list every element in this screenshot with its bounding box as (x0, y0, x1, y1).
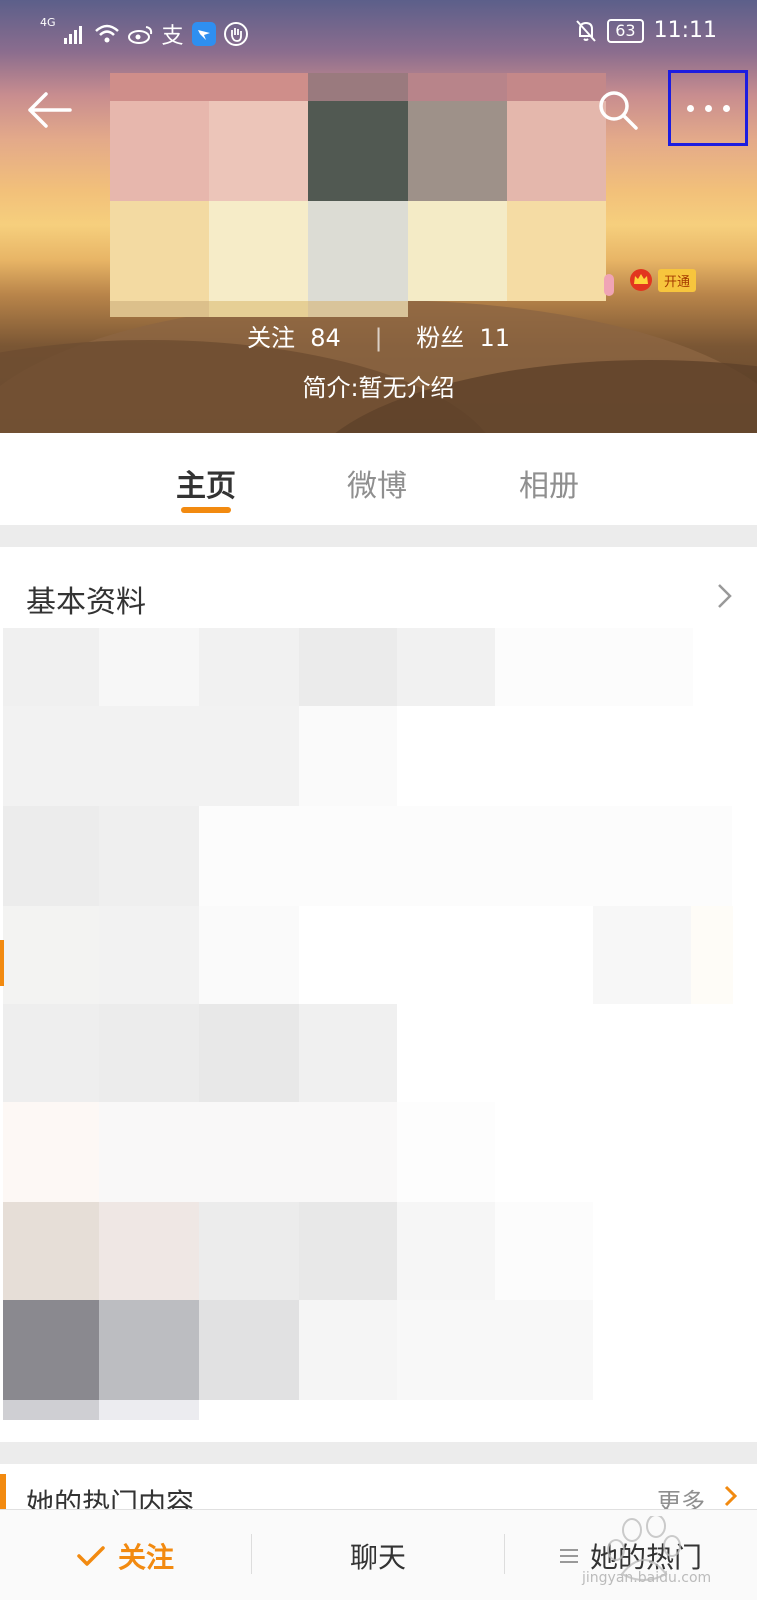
battery-indicator: 63 (607, 18, 644, 43)
basic-info-title: 基本资料 (26, 585, 146, 620)
fans-count: 11 (479, 324, 510, 352)
watermark-text: jingyan.baidu.com (582, 1570, 712, 1586)
chevron-right-icon (718, 584, 732, 608)
section-divider (0, 525, 757, 547)
dingtalk-icon (191, 22, 216, 46)
clock: 11:11 (653, 18, 717, 43)
search-icon[interactable] (596, 88, 642, 134)
chevron-right-icon[interactable] (723, 1484, 739, 1508)
following-label: 关注 (247, 324, 295, 352)
active-tab-indicator (181, 507, 231, 513)
vip-label: 开通 (658, 268, 697, 292)
check-icon (77, 1545, 105, 1566)
follow-button[interactable]: 关注 (0, 1510, 250, 1600)
wifi-icon (94, 24, 119, 43)
hot-content-title: 她的热门内容 (26, 1487, 195, 1509)
chat-button[interactable]: 聊天 (252, 1510, 504, 1600)
fans-label: 粉丝 (416, 324, 465, 352)
hot-content-section[interactable]: 她的热门内容 更多 (0, 1464, 757, 1509)
chat-label: 聊天 (349, 1540, 406, 1574)
section-divider (0, 1442, 757, 1464)
profile-header: 4G 支 63 11:11 开通 关注 84 | 粉丝 11 简介:暂无介绍 (0, 0, 757, 433)
weibo-icon (127, 26, 152, 44)
signal-icon (63, 26, 82, 44)
section-accent-bar (0, 1474, 6, 1509)
info-mosaic (3, 628, 744, 1432)
back-arrow-icon[interactable] (24, 88, 74, 132)
network-label: 4G (40, 16, 56, 29)
follow-stats: 关注 84 | 粉丝 11 (0, 318, 757, 353)
stats-divider: | (374, 324, 383, 352)
more-link[interactable]: 更多 (657, 1482, 705, 1509)
accent-marker (0, 940, 4, 986)
bell-mute-icon (576, 19, 596, 42)
following-count: 84 (310, 324, 341, 352)
crown-icon (630, 269, 652, 291)
avatar-mosaic (110, 73, 606, 317)
fans-stat[interactable]: 粉丝 11 (416, 324, 510, 352)
profile-bio: 简介:暂无介绍 (302, 374, 455, 402)
hand-icon (223, 22, 248, 46)
follow-label: 关注 (117, 1540, 174, 1574)
status-bar: 4G 支 63 11:11 (0, 0, 757, 64)
tab-album[interactable]: 相册 (519, 461, 579, 505)
tab-home[interactable]: 主页 (176, 461, 236, 505)
tab-weibo[interactable]: 微博 (347, 461, 407, 505)
gender-badge (604, 274, 614, 296)
following-stat[interactable]: 关注 84 (247, 324, 341, 352)
more-dots-icon[interactable] (668, 70, 748, 146)
vip-open-button[interactable]: 开通 (628, 268, 697, 292)
alipay-icon: 支 (161, 24, 184, 49)
profile-tabs: 主页 微博 相册 (0, 433, 757, 525)
